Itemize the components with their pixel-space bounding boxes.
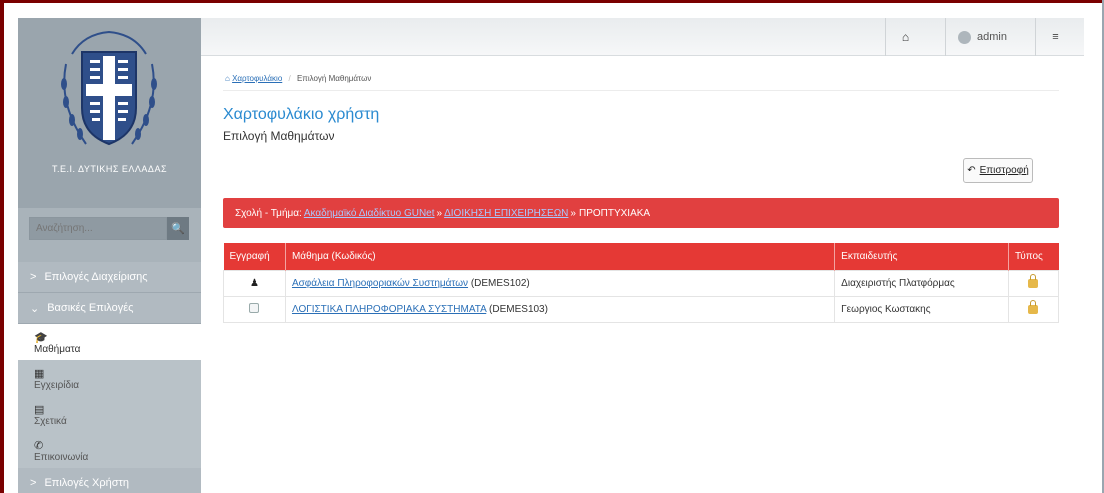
header-divider (223, 90, 1059, 91)
home-button[interactable]: ⌂ (885, 18, 925, 56)
registration-cell (223, 295, 286, 323)
sidebar-search: 🔍 (29, 217, 189, 240)
window-top-border (0, 0, 1104, 3)
sidebar-item-label: Επιλογές Διαχείρισης (44, 271, 148, 283)
sidebar-item-label: Βασικές Επιλογές (47, 302, 134, 314)
logo-area: Τ.Ε.Ι. ΔΥΤΙΚΗΣ ΕΛΛΑΔΑΣ (18, 18, 201, 208)
course-link[interactable]: Ασφάλεια Πληροφοριακών Συστημάτων (292, 278, 468, 289)
sidebar-item-basic-options[interactable]: ⌄ Βασικές Επιλογές (18, 293, 201, 324)
sidebar-item-label: Επιλογές Χρήστη (44, 477, 129, 489)
table-row: ♟ Ασφάλεια Πληροφοριακών Συστημάτων (DEM… (223, 269, 1060, 297)
breadcrumb-home-link[interactable]: Χαρτοφυλάκιο (232, 74, 282, 83)
back-button-label: Επιστροφή (979, 165, 1029, 176)
reply-arrow-icon: ↶ (967, 165, 976, 176)
chevron-down-icon: ⌄ (30, 302, 40, 315)
type-cell (1007, 269, 1060, 297)
user-name: admin (977, 31, 1007, 43)
sidebar-item-label: Εγχειρίδια (34, 380, 80, 391)
lock-icon (1028, 300, 1039, 314)
course-code: (DEMES102) (470, 277, 530, 289)
instructor-cell: Γεωργιος Κωστακης (834, 295, 1009, 323)
alert-separator: » (436, 207, 443, 219)
home-small-icon: ⌂ (225, 74, 230, 83)
sidebar-item-admin-options[interactable]: > Επιλογές Διαχείρισης (18, 262, 201, 293)
sidebar-item-contact[interactable]: ✆ Επικοινωνία (18, 432, 201, 468)
instructor-cell: Διαχειριστής Πλατφόρμας (834, 269, 1009, 297)
course-code: (DEMES103) (489, 303, 548, 315)
greek-coat-of-arms-logo (61, 30, 157, 146)
top-bar: ⌂ admin ≡ (201, 18, 1084, 56)
alert-suffix: ΠΡΟΠΤΥΧΙΑΚΑ (578, 207, 651, 219)
user-menu-button[interactable]: admin (945, 18, 1019, 56)
page-title: Χαρτοφυλάκιο χρήστη (223, 106, 380, 123)
institution-name: Τ.Ε.Ι. ΔΥΤΙΚΗΣ ΕΛΛΑΔΑΣ (51, 164, 168, 174)
register-checkbox[interactable] (249, 302, 260, 313)
sidebar-item-label: Επικοινωνία (34, 452, 89, 463)
header-type: Τύπος (1014, 250, 1043, 262)
course-link[interactable]: ΛΟΓΙΣΤΙΚΑ ΠΛΗΡΟΦΟΡΙΑΚΑ ΣΥΣΤΗΜΑΤΑ (292, 304, 486, 315)
sidebar-item-courses[interactable]: 🎓 Μαθήματα (18, 324, 201, 360)
sliders-icon: ≡ (1052, 31, 1059, 43)
sidebar-nav: > Επιλογές Διαχείρισης ⌄ Βασικές Επιλογέ… (18, 262, 201, 493)
sidebar-item-label: Μαθήματα (34, 344, 81, 355)
document-icon: ▦ (34, 368, 45, 380)
sidebar-item-user-options[interactable]: > Επιλογές Χρήστη (18, 468, 201, 493)
header-instructor: Εκπαιδευτής (834, 243, 1009, 270)
graduation-cap-icon: 🎓 (34, 332, 48, 344)
settings-toggle-button[interactable]: ≡ (1035, 18, 1075, 56)
search-button[interactable]: 🔍 (167, 217, 189, 240)
breadcrumb: ⌂ Χαρτοφυλάκιο / Επιλογή Μαθημάτων (225, 74, 371, 83)
chevron-right-icon: > (30, 477, 37, 489)
chevron-right-icon: > (30, 271, 37, 283)
window-left-border (0, 0, 4, 493)
type-cell (1007, 295, 1060, 323)
header-course: Μάθημα (Κωδικός) (285, 243, 836, 270)
search-icon: 🔍 (171, 223, 185, 235)
table-header-row: Εγγραφή Μάθημα (Κωδικός) Εκπαιδευτής Τύπ… (223, 243, 1059, 270)
course-cell: ΛΟΓΙΣΤΙΚΑ ΠΛΗΡΟΦΟΡΙΑΚΑ ΣΥΣΤΗΜΑΤΑ (DEMES1… (284, 295, 836, 323)
phone-icon: ✆ (34, 440, 44, 452)
breadcrumb-current: Επιλογή Μαθημάτων (296, 74, 372, 83)
page-subtitle: Επιλογή Μαθημάτων (223, 129, 335, 143)
sidebar-item-manuals[interactable]: ▦ Εγχειρίδια (18, 360, 201, 396)
sidebar-item-label: Σχετικά (34, 416, 67, 427)
user-registered-icon: ♟ (250, 277, 259, 289)
header-registration: Εγγραφή (223, 243, 286, 270)
back-button[interactable]: ↶ Επιστροφή (963, 158, 1033, 183)
lock-icon (1028, 274, 1039, 288)
card-icon: ▤ (34, 404, 45, 416)
registration-cell: ♟ (223, 269, 286, 297)
breadcrumb-separator: / (288, 74, 291, 83)
department-link[interactable]: ΔΙΟΙΚΗΣΗ ΕΠΙΧΕΙΡΗΣΕΩΝ (444, 208, 568, 219)
sidebar: Τ.Ε.Ι. ΔΥΤΙΚΗΣ ΕΛΛΑΔΑΣ 🔍 > Επιλογές Διαχ… (18, 18, 201, 493)
user-avatar-icon (958, 30, 972, 44)
courses-table: Εγγραφή Μάθημα (Κωδικός) Εκπαιδευτής Τύπ… (223, 243, 1060, 323)
sidebar-submenu: 🎓 Μαθήματα ▦ Εγχειρίδια ▤ Σχετικά ✆ Επικ… (18, 324, 201, 468)
search-input[interactable] (29, 217, 167, 240)
home-icon: ⌂ (901, 30, 910, 44)
course-cell: Ασφάλεια Πληροφοριακών Συστημάτων (DEMES… (284, 269, 836, 297)
alert-separator: » (570, 207, 576, 219)
alert-prefix: Σχολή - Τμήμα: (235, 207, 302, 219)
table-row: ΛΟΓΙΣΤΙΚΑ ΠΛΗΡΟΦΟΡΙΑΚΑ ΣΥΣΤΗΜΑΤΑ (DEMES1… (223, 295, 1060, 323)
main-content: ⌂ Χαρτοφυλάκιο / Επιλογή Μαθημάτων Χαρτο… (201, 57, 1084, 493)
sidebar-item-about[interactable]: ▤ Σχετικά (18, 396, 201, 432)
faculty-department-alert: Σχολή - Τμήμα: Ακαδημαϊκό Διαδίκτυο GUNe… (223, 198, 1059, 228)
gunet-link[interactable]: Ακαδημαϊκό Διαδίκτυο GUNet (304, 208, 435, 219)
